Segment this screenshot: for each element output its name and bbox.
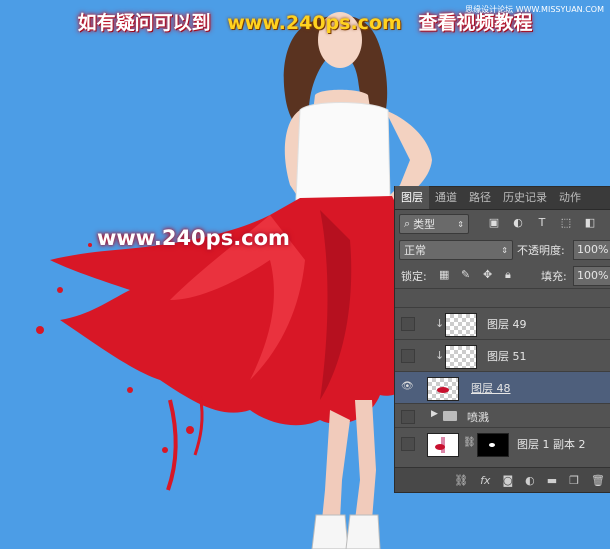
group-icon[interactable]: ▬ [547, 474, 557, 487]
fill-label: 填充: [541, 270, 567, 283]
fx-icon[interactable]: fx [480, 474, 490, 487]
tab-history[interactable]: 历史记录 [497, 186, 553, 209]
layer-thumbnail [427, 377, 459, 401]
layer-name[interactable]: 图层 48 [471, 380, 511, 396]
adjustment-filter-icon[interactable]: ◐ [511, 216, 525, 230]
red-splash-thumb-icon [437, 387, 449, 393]
layer-mask-thumbnail[interactable] [477, 433, 509, 457]
layer-row-selected[interactable]: 👁︎ 图层 48 [395, 371, 610, 404]
layer-thumbnail [427, 433, 459, 457]
updown-icon: ⇕ [457, 219, 464, 229]
lock-row: 锁定: ▦ ✎ ✥ 🔒︎ 填充: 100% [395, 262, 610, 289]
lock-transparency-icon[interactable]: ▦ [439, 268, 449, 281]
blend-row: 正常 ⇕ 不透明度: 100% [395, 236, 610, 262]
splash-streak [193, 394, 204, 456]
link-icon[interactable]: ⛓ [454, 474, 468, 487]
shoes [311, 514, 349, 549]
clip-arrow-icon: ↓ [435, 317, 445, 330]
layer-name: 图层 49 [487, 318, 527, 331]
folder-icon [443, 411, 457, 421]
splash-streak [166, 399, 178, 491]
tab-actions[interactable]: 动作 [553, 186, 587, 209]
shape-filter-icon[interactable]: ⬚ [559, 216, 573, 230]
eye-icon[interactable]: 👁︎ [401, 381, 414, 393]
trash-icon[interactable]: 🗑︎ [591, 474, 605, 487]
panel-tabs: 图层 通道 路径 历史记录 动作 [395, 186, 610, 210]
visibility-toggle[interactable] [401, 437, 415, 451]
filter-label: 类型 [413, 218, 436, 231]
filter-row: ⌕ 类型 ⇕ ▣ ◐ T ⬚ ◧ [395, 210, 610, 236]
layer-name: 图层 51 [487, 350, 527, 363]
person-thumb-icon [435, 437, 445, 453]
layer-thumbnail [445, 345, 477, 369]
layer-thumbnail [445, 313, 477, 337]
blend-mode-value: 正常 [404, 244, 426, 257]
corner-watermark: 思缘设计论坛 WWW.MISSYUAN.COM [465, 5, 604, 14]
layer-row[interactable]: ↓ 图层 51 [395, 339, 610, 372]
lock-label: 锁定: [401, 270, 427, 283]
fill-field[interactable]: 100% [573, 266, 610, 286]
visibility-toggle[interactable] [401, 349, 415, 363]
splash-drop [212, 402, 218, 408]
group-name: 喷溅 [467, 411, 489, 424]
opacity-field[interactable]: 100% [573, 240, 610, 260]
layer-row[interactable]: ⛓ 图层 1 副本 2 [395, 427, 610, 460]
visibility-toggle[interactable] [401, 317, 415, 331]
panel-footer: ⛓ fx ◙ ◐ ▬ ❐ 🗑︎ [395, 467, 610, 492]
legs [322, 410, 350, 520]
splash-drop [162, 447, 168, 453]
smartobject-filter-icon[interactable]: ◧ [583, 216, 597, 230]
layers-panel: 图层 通道 路径 历史记录 动作 ⌕ 类型 ⇕ ▣ ◐ T ⬚ ◧ 正常 ⇕ 不… [394, 186, 610, 493]
banner-right: 查看视频教程 [418, 12, 533, 34]
tab-layers[interactable]: 图层 [395, 186, 429, 209]
group-row[interactable]: ▶ 喷溅 [395, 403, 610, 428]
blend-mode-select[interactable]: 正常 ⇕ [399, 240, 513, 260]
filter-select[interactable]: ⌕ 类型 ⇕ [399, 214, 469, 234]
tab-paths[interactable]: 路径 [463, 186, 497, 209]
lock-brush-icon[interactable]: ✎ [461, 268, 470, 281]
splash-drop [127, 387, 133, 393]
type-filter-icon[interactable]: T [535, 216, 549, 230]
tab-channels[interactable]: 通道 [429, 186, 463, 209]
splash-drop [186, 426, 194, 434]
pixel-filter-icon[interactable]: ▣ [487, 216, 501, 230]
expand-triangle-icon[interactable]: ▶ [431, 409, 438, 419]
search-icon: ⌕ [404, 217, 411, 230]
updown-icon: ⇕ [501, 245, 508, 255]
chain-link-icon[interactable]: ⛓ [463, 437, 476, 448]
mask-icon[interactable]: ◙ [502, 474, 513, 487]
visibility-toggle[interactable] [401, 410, 415, 424]
lock-move-icon[interactable]: ✥ [483, 268, 492, 281]
white-top [295, 102, 391, 201]
opacity-label: 不透明度: [517, 244, 565, 257]
clip-arrow-icon: ↓ [435, 349, 445, 362]
banner-left: 如有疑问可以到 [77, 12, 211, 34]
lock-all-icon[interactable]: 🔒︎ [505, 268, 511, 282]
banner-site: www.240ps.com [227, 12, 402, 34]
splash-drop [57, 287, 63, 293]
new-layer-icon[interactable]: ❐ [569, 474, 579, 487]
splash-drop [36, 326, 44, 334]
adjustment-icon[interactable]: ◐ [525, 474, 535, 487]
shoes [345, 514, 381, 549]
mask-shape-icon [489, 443, 495, 447]
site-watermark: www.240ps.com [97, 226, 290, 250]
splash-drop [88, 243, 92, 247]
layer-row[interactable]: ↓ 图层 49 [395, 307, 610, 340]
legs [355, 400, 376, 520]
layer-name: 图层 1 副本 2 [517, 438, 586, 451]
